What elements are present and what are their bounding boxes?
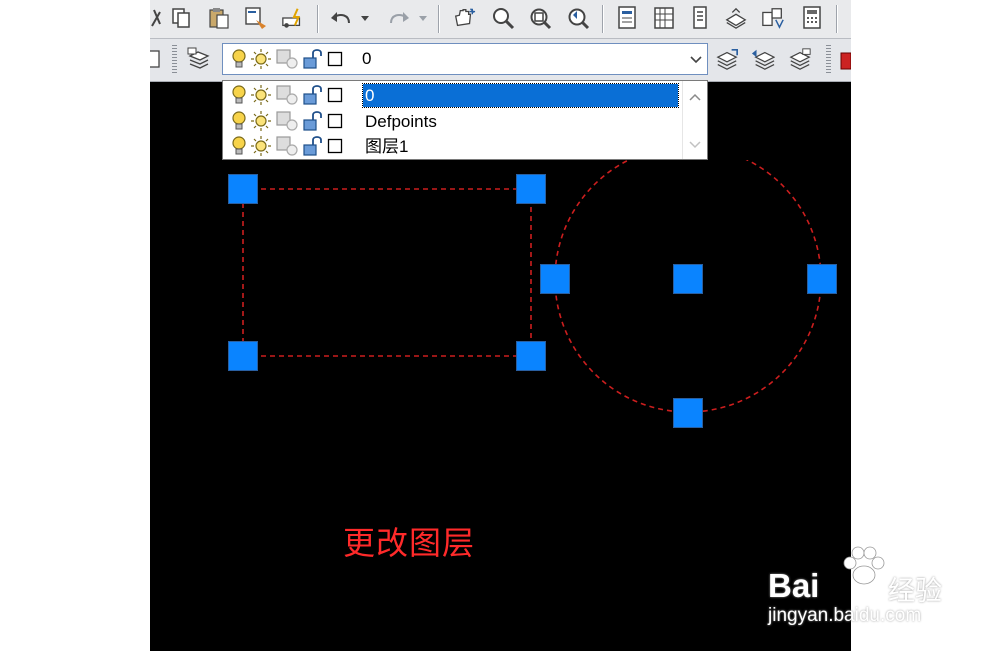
scroll-down-icon[interactable]: [688, 139, 702, 151]
block-editor-icon[interactable]: [281, 6, 305, 30]
thaw-sun-icon[interactable]: [250, 135, 272, 157]
toolbar-separator: [438, 5, 439, 33]
make-current-icon[interactable]: [715, 47, 739, 71]
zoom-window-icon[interactable]: [528, 6, 552, 30]
thaw-sun-icon[interactable]: [250, 84, 272, 106]
undo-dropdown-icon[interactable]: [359, 6, 371, 30]
color-swatch-icon[interactable]: [327, 113, 343, 129]
color-swatch-icon[interactable]: [327, 51, 343, 67]
zoom-previous-icon[interactable]: [566, 6, 590, 30]
undo-icon[interactable]: [329, 6, 353, 30]
dropdown-scrollbar[interactable]: [682, 81, 707, 159]
design-center-icon[interactable]: [652, 6, 676, 30]
layer-state-icons: [231, 135, 343, 157]
tool-palettes-icon[interactable]: [688, 6, 712, 30]
copy-icon[interactable]: [169, 6, 193, 30]
markup-icon[interactable]: [761, 6, 785, 30]
drawing-area[interactable]: [150, 160, 851, 460]
current-layer-name: 0: [362, 49, 372, 68]
layers-toolbar: 0: [150, 39, 851, 82]
watermark-brand: Bai: [768, 567, 820, 604]
toolbar-separator: [317, 5, 318, 33]
grip-handle[interactable]: [228, 174, 258, 204]
caption-text: 更改图层: [343, 524, 476, 562]
on-bulb-icon[interactable]: [231, 135, 247, 157]
next-toolbar-partial-icon[interactable]: [838, 49, 851, 73]
watermark-url: jingyan.baidu.com: [768, 605, 922, 626]
unlock-icon[interactable]: [302, 48, 324, 70]
scroll-up-icon[interactable]: [688, 91, 702, 103]
match-properties-icon[interactable]: [244, 6, 268, 30]
chevron-down-icon[interactable]: [689, 52, 703, 66]
layer-previous-icon[interactable]: [751, 47, 775, 71]
layer-dropdown-list[interactable]: 0 Defpoints 图层1: [222, 80, 708, 160]
color-swatch-icon[interactable]: [327, 138, 343, 154]
thaw-sun-icon[interactable]: [250, 110, 272, 132]
layer-state-icons: [231, 84, 343, 106]
layer-row-0[interactable]: 0: [223, 83, 683, 108]
toolbar-separator: [836, 5, 837, 33]
baidu-watermark: Bai 经验 jingyan.baidu.com: [768, 545, 948, 635]
viewport-freeze-icon[interactable]: [275, 110, 299, 132]
grip-handle[interactable]: [673, 264, 703, 294]
unlock-icon[interactable]: [302, 135, 324, 157]
rectangle-object[interactable]: [242, 188, 532, 357]
paw-icon: [843, 546, 885, 585]
paste-icon[interactable]: [207, 6, 231, 30]
grip-handle[interactable]: [540, 264, 570, 294]
layer-name: 图层1: [365, 137, 409, 156]
standard-toolbar: [150, 0, 851, 39]
layer-properties-icon[interactable]: [187, 47, 211, 71]
redo-icon[interactable]: [387, 6, 411, 30]
autocad-window: 0 0 Defpoints 图层1 更改图层: [150, 0, 851, 651]
on-bulb-icon[interactable]: [231, 84, 247, 106]
layer-combo-box[interactable]: 0: [222, 43, 708, 75]
viewport-freeze-icon[interactable]: [275, 84, 299, 106]
layer-states-icon[interactable]: [788, 47, 812, 71]
combo-layer-state-icons: [231, 47, 343, 71]
unlock-icon[interactable]: [302, 110, 324, 132]
grip-handle[interactable]: [807, 264, 837, 294]
on-bulb-icon[interactable]: [231, 48, 247, 70]
grip-handle[interactable]: [228, 341, 258, 371]
grip-handle[interactable]: [516, 174, 546, 204]
pan-icon[interactable]: [452, 6, 476, 30]
properties-icon[interactable]: [615, 6, 639, 30]
on-bulb-icon[interactable]: [231, 110, 247, 132]
redo-dropdown-icon[interactable]: [417, 6, 429, 30]
layer-name: 0: [362, 83, 679, 108]
viewport-freeze-icon[interactable]: [275, 48, 299, 70]
layer-name: Defpoints: [365, 112, 437, 131]
grip-handle[interactable]: [673, 398, 703, 428]
watermark-brand-cn: 经验: [888, 576, 942, 607]
toolbar-separator: [602, 5, 603, 33]
sheet-set-icon[interactable]: [724, 6, 748, 30]
toolbar-grip[interactable]: [172, 45, 177, 75]
zoom-realtime-icon[interactable]: [491, 6, 515, 30]
thaw-sun-icon[interactable]: [250, 48, 272, 70]
layer-row-layer1[interactable]: 图层1: [223, 134, 683, 159]
grip-handle[interactable]: [516, 341, 546, 371]
toolbar-grip[interactable]: [826, 45, 831, 75]
quickcalc-icon[interactable]: [800, 6, 824, 30]
unlock-icon[interactable]: [302, 84, 324, 106]
cut-icon[interactable]: [150, 6, 166, 30]
viewport-freeze-icon[interactable]: [275, 135, 299, 157]
color-swatch-icon[interactable]: [327, 87, 343, 103]
layer-state-icons: [231, 110, 343, 132]
layer-row-defpoints[interactable]: Defpoints: [223, 109, 683, 134]
layer-states-partial-icon[interactable]: [150, 47, 166, 71]
